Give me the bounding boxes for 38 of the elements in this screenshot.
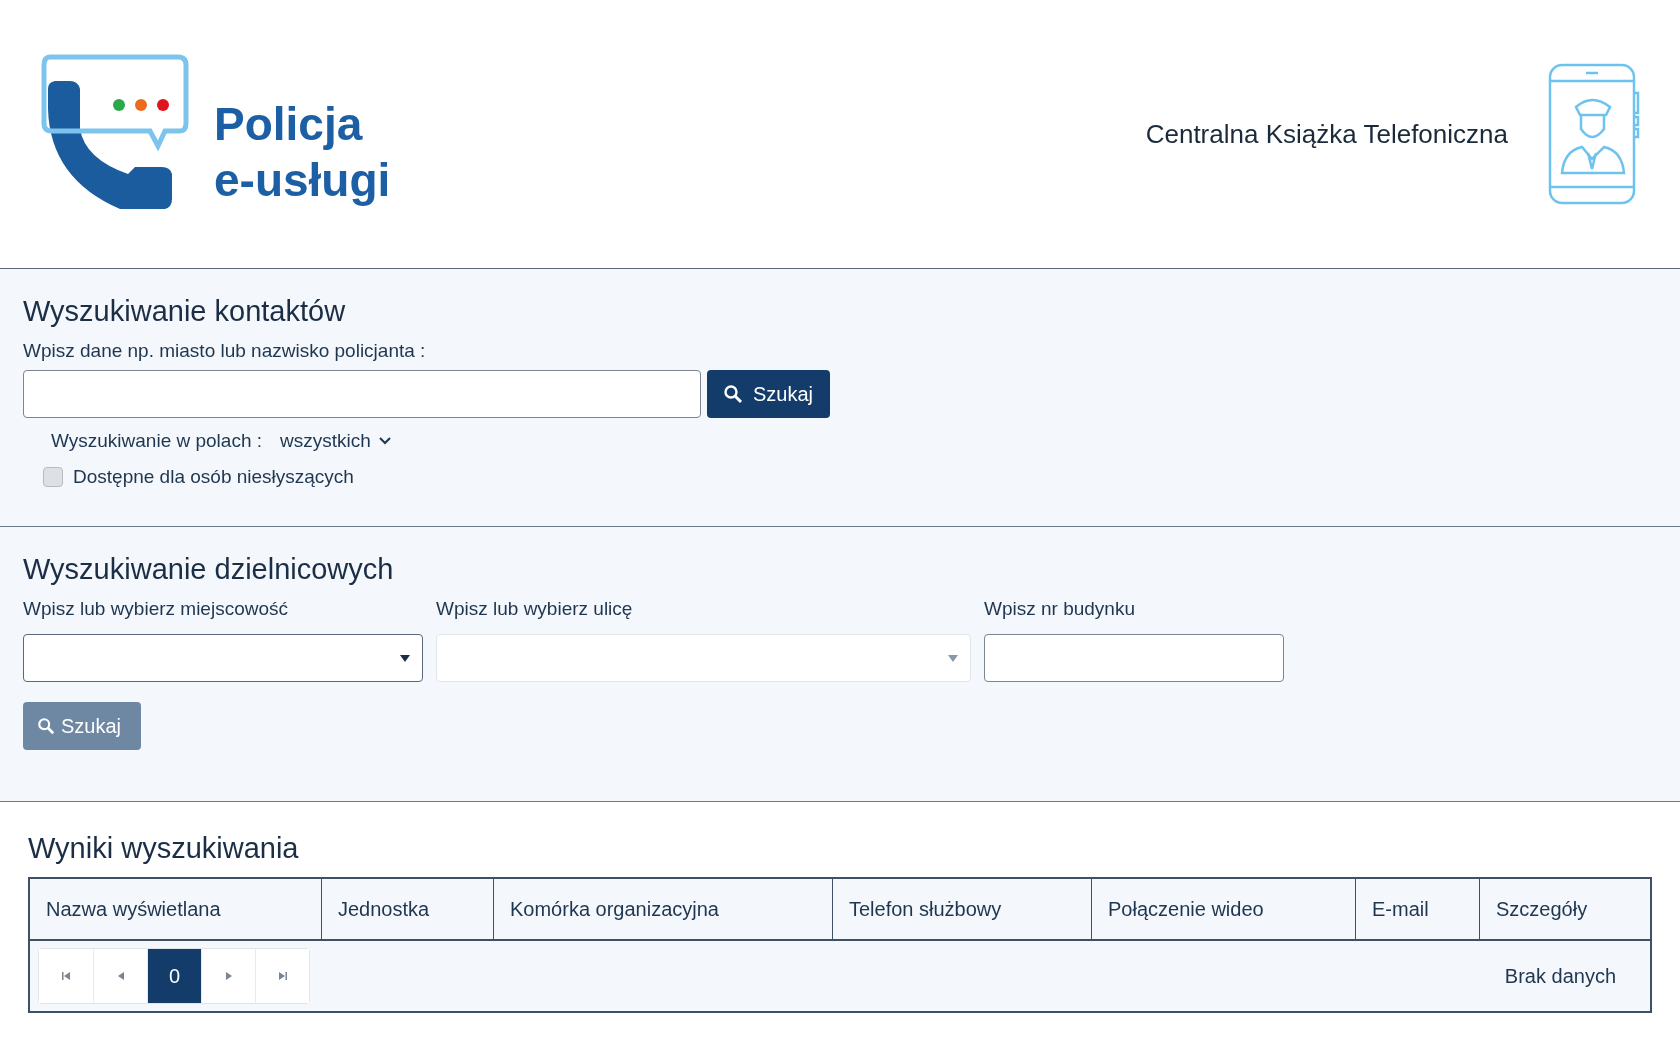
last-page-button[interactable]	[255, 949, 309, 1003]
column-header: Nazwa wyświetlana	[45, 896, 222, 922]
checkbox-label: Dostępne dla osób niesłyszących	[73, 466, 354, 488]
police-officer-phone-icon	[1548, 63, 1640, 205]
section-heading: Wyszukiwanie dzielnicowych	[23, 553, 395, 586]
field-label: Wpisz lub wybierz ulicę	[436, 598, 634, 620]
logo-text: Policja	[214, 97, 364, 152]
field-label: Wpisz nr budynku	[984, 598, 1136, 620]
section-heading: Wyszukiwanie kontaktów	[23, 295, 347, 328]
dropdown-arrow-icon	[948, 654, 958, 662]
column-header: Jednostka	[321, 879, 493, 939]
column-header: Komórka organizacyjna	[493, 879, 832, 939]
section-heading: Wyniki wyszukiwania	[28, 832, 300, 865]
column-header: Telefon służbowy	[832, 879, 1091, 939]
column-header: Szczegóły	[1479, 879, 1650, 939]
checkbox[interactable]	[43, 467, 63, 487]
fields-label: Wyszukiwanie w polach :	[51, 430, 263, 452]
empty-message: Brak danych	[1504, 964, 1616, 988]
column-header: Połączenie wideo	[1091, 879, 1355, 939]
field-label: Wpisz lub wybierz miejscowość	[23, 598, 289, 620]
next-page-icon	[225, 971, 232, 981]
logo-text: e-usługi	[214, 153, 391, 208]
text-field[interactable]	[984, 634, 1284, 682]
first-page-icon	[61, 971, 71, 981]
search-input[interactable]	[23, 370, 701, 418]
field-label: Wpisz dane np. miasto lub nazwisko policjanta :	[23, 340, 427, 362]
search-icon	[723, 384, 743, 404]
chevron-down-icon	[378, 437, 391, 445]
last-page-icon	[277, 971, 288, 981]
fields-dropdown[interactable]: wszystkich	[280, 430, 391, 452]
select-field[interactable]	[23, 634, 423, 682]
page-title: Centralna Książka Telefoniczna	[1145, 118, 1508, 150]
column-header: E-mail	[1355, 879, 1479, 939]
dropdown-arrow-icon	[400, 654, 410, 662]
search-icon	[37, 717, 55, 735]
page-button[interactable]: 0	[147, 949, 201, 1003]
search-button[interactable]: Szukaj	[707, 370, 830, 418]
previous-page-icon	[117, 971, 124, 981]
